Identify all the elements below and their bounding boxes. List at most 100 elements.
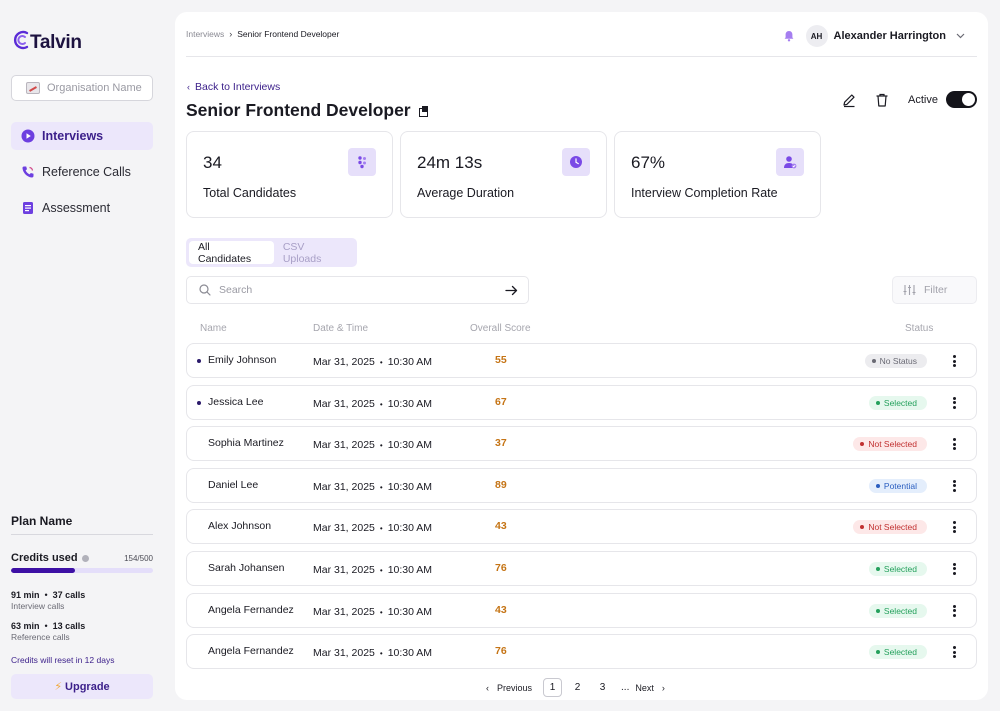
- candidate-tabs: All Candidates CSV Uploads: [186, 238, 357, 267]
- candidate-time: 10:30 AM: [387, 356, 433, 368]
- column-date-time[interactable]: Date & Time: [313, 323, 368, 334]
- table-row[interactable]: Emily Johnson Mar 31, 2025 • 10:30 AM 55 No S…: [186, 343, 977, 378]
- table-row[interactable]: Sophia Martinez Mar 31, 2025 • 10:30 AM 37 No…: [186, 426, 977, 462]
- candidate-name: Daniel Lee: [208, 478, 259, 491]
- candidate-time: 10:30 AM: [387, 522, 433, 535]
- user-name[interactable]: Alexander Harrington: [834, 30, 946, 42]
- more-options-icon[interactable]: [952, 521, 956, 534]
- sidebar-item-interviews[interactable]: Interviews: [11, 122, 153, 150]
- status-badge[interactable]: Selected: [868, 645, 927, 660]
- table-row[interactable]: Angela Fernandez Mar 31, 2025 • 10:30 AM 43 S…: [186, 592, 977, 628]
- candidate-time: 10:30 AM: [387, 439, 433, 452]
- candidate-score: 37: [495, 437, 507, 450]
- search-input[interactable]: Search: [219, 284, 505, 296]
- candidate-date: Mar 31, 2025: [313, 480, 375, 493]
- info-icon[interactable]: [81, 554, 89, 562]
- candidate-score: 55: [495, 354, 507, 366]
- chevron-down-icon[interactable]: [956, 33, 965, 39]
- active-label: Active: [908, 93, 938, 106]
- avatar[interactable]: AH: [805, 25, 828, 47]
- status-badge[interactable]: Potential: [868, 478, 927, 493]
- organisation-logo-icon: [26, 82, 40, 94]
- status-badge[interactable]: Selected: [868, 561, 927, 576]
- status-text: Selected: [883, 397, 917, 408]
- candidate-date-time: Mar 31, 2025 • 10:30 AM: [313, 564, 432, 576]
- status-text: No Status: [879, 356, 917, 366]
- separator-dot: •: [379, 649, 383, 659]
- sidebar-item-label: Reference Calls: [42, 165, 131, 179]
- credits-label-text: Credits used: [11, 552, 78, 564]
- tab-all-candidates[interactable]: All Candidates: [189, 241, 274, 265]
- page-3-button[interactable]: 3: [593, 678, 612, 697]
- page-title: Senior Frontend Developer: [186, 100, 429, 121]
- separator-dot: •: [379, 607, 383, 617]
- table-row[interactable]: Angela Fernandez Mar 31, 2025 • 10:30 AM 76 S…: [186, 634, 977, 670]
- upgrade-button[interactable]: ⚡ Upgrade: [11, 674, 153, 699]
- user-check-icon: [776, 148, 804, 176]
- table-row[interactable]: Jessica Lee Mar 31, 2025 • 10:30 AM 67 Select…: [186, 384, 977, 420]
- status-dot: [875, 400, 880, 405]
- reference-usage: 63 min • 13 calls Reference calls: [11, 621, 86, 642]
- clock-icon: [562, 148, 590, 176]
- arrow-right-icon[interactable]: [505, 285, 518, 296]
- user-area: AH Alexander Harrington: [783, 25, 965, 47]
- sliders-icon: [903, 285, 916, 295]
- more-options-icon[interactable]: [952, 355, 956, 367]
- back-to-interviews-link[interactable]: ‹ Back to Interviews: [187, 81, 280, 93]
- credits-progress-bar: [11, 568, 153, 573]
- column-status[interactable]: Status: [905, 323, 933, 334]
- breadcrumb-interviews[interactable]: Interviews: [186, 29, 224, 39]
- sidebar-item-assessment[interactable]: Assessment: [11, 194, 153, 222]
- status-badge[interactable]: Not Selected: [853, 520, 927, 535]
- search-bar[interactable]: Search: [186, 276, 529, 304]
- candidate-name: Angela Fernandez: [208, 645, 294, 658]
- status-badge[interactable]: Selected: [868, 395, 927, 410]
- edit-icon[interactable]: [841, 92, 857, 108]
- table-row[interactable]: Alex Johnson Mar 31, 2025 • 10:30 AM 43 Not S…: [186, 509, 977, 545]
- candidate-score: 76: [495, 645, 507, 658]
- status-dot: [875, 483, 880, 488]
- logo[interactable]: Talvin: [12, 26, 82, 54]
- column-name[interactable]: Name: [200, 323, 227, 334]
- tab-csv-uploads[interactable]: CSV Uploads: [274, 241, 354, 265]
- back-label: Back to Interviews: [195, 81, 281, 93]
- sidebar-nav: Interviews Reference Calls Assessment: [11, 122, 153, 230]
- more-options-icon[interactable]: [952, 646, 956, 659]
- table-row[interactable]: Daniel Lee Mar 31, 2025 • 10:30 AM 89 Potenti…: [186, 467, 977, 503]
- more-options-icon[interactable]: [952, 479, 956, 492]
- copy-icon[interactable]: [418, 105, 429, 117]
- table-row[interactable]: Sarah Johansen Mar 31, 2025 • 10:30 AM 76 Sel…: [186, 550, 977, 586]
- candidates-table: Emily Johnson Mar 31, 2025 • 10:30 AM 55 No S…: [186, 343, 977, 676]
- candidate-name: Alex Johnson: [208, 520, 272, 533]
- separator-dot: •: [379, 482, 383, 492]
- more-options-icon[interactable]: [952, 562, 956, 575]
- trash-icon[interactable]: [874, 92, 890, 108]
- previous-page-button[interactable]: ‹ Previous: [486, 683, 532, 693]
- filter-button[interactable]: Filter: [892, 276, 977, 304]
- status-text: Selected: [883, 647, 917, 658]
- more-options-icon[interactable]: [952, 396, 956, 409]
- candidate-name: Angela Fernandez: [208, 603, 294, 616]
- status-badge[interactable]: Selected: [868, 603, 927, 618]
- plan-divider: [11, 534, 153, 535]
- credits-label: Credits used: [11, 552, 89, 564]
- sidebar-item-reference-calls[interactable]: Reference Calls: [11, 158, 153, 186]
- page-2-button[interactable]: 2: [568, 678, 587, 697]
- page-1-button[interactable]: 1: [543, 678, 563, 697]
- status-badge[interactable]: Not Selected: [853, 437, 927, 452]
- active-toggle[interactable]: [946, 91, 977, 108]
- stat-value: 24m 13s: [417, 153, 483, 172]
- separator-dot: •: [379, 524, 383, 534]
- next-page-button[interactable]: Next ›: [635, 683, 665, 693]
- column-overall-score[interactable]: Overall Score: [470, 323, 531, 334]
- stat-label: Total Candidates: [203, 186, 297, 200]
- status-dot: [860, 525, 865, 530]
- bell-icon[interactable]: [783, 30, 795, 42]
- more-options-icon[interactable]: [952, 604, 956, 617]
- stat-card-completion-rate: 67% Interview Completion Rate: [614, 131, 821, 218]
- interview-usage: 91 min • 37 calls Interview calls: [11, 590, 86, 611]
- more-options-icon[interactable]: [952, 438, 956, 451]
- document-icon: [21, 201, 35, 215]
- status-badge[interactable]: No Status: [864, 354, 927, 368]
- organisation-selector[interactable]: Organisation Name: [11, 75, 153, 101]
